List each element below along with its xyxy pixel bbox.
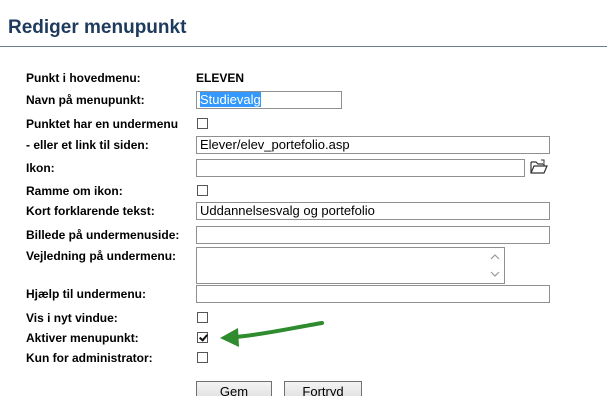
scroll-down-icon[interactable]: [490, 270, 500, 278]
row-link: - eller et link til siden: Elever/elev_p…: [26, 136, 586, 156]
submenu-help-input[interactable]: [196, 285, 550, 303]
row-main-menu: Punkt i hovedmenu: ELEVEN: [26, 69, 586, 89]
submenu-help-label: Hjælp til undermenu:: [26, 287, 146, 301]
link-label: - eller et link til siden:: [26, 138, 149, 152]
scroll-up-icon[interactable]: [490, 253, 500, 261]
row-name: Navn på menupunkt: Studievalg: [26, 91, 586, 111]
short-text-label: Kort forklarende tekst:: [26, 204, 155, 218]
button-row: Gem Fortryd: [26, 381, 586, 396]
activate-checkbox[interactable]: [197, 332, 208, 343]
folder-open-icon[interactable]: [530, 159, 548, 175]
row-submenu-image: Billede på undermenuside:: [26, 226, 586, 246]
save-button[interactable]: Gem: [196, 381, 272, 396]
row-submenu-help: Hjælp til undermenu:: [26, 285, 586, 305]
name-label: Navn på menupunkt:: [26, 93, 145, 107]
title-divider: [0, 46, 607, 47]
icon-label: Ikon:: [26, 161, 55, 175]
frame-icon-checkbox[interactable]: [197, 185, 208, 196]
frame-icon-label: Ramme om ikon:: [26, 184, 123, 198]
row-admin-only: Kun for administrator:: [26, 349, 586, 369]
row-short-text: Kort forklarende tekst: Uddannelsesvalg …: [26, 202, 586, 222]
cancel-button[interactable]: Fortryd: [284, 381, 362, 396]
admin-only-checkbox[interactable]: [197, 352, 208, 363]
edit-menu-item-page: Rediger menupunkt Punkt i hovedmenu: ELE…: [0, 0, 607, 396]
new-window-label: Vis i nyt vindue:: [26, 311, 118, 325]
main-menu-value: ELEVEN: [196, 71, 245, 85]
name-input-value: Studievalg: [200, 92, 261, 107]
main-menu-label: Punkt i hovedmenu:: [26, 71, 141, 85]
submenu-guide-label: Vejledning på undermenu:: [26, 249, 177, 263]
activate-label: Aktiver menupunkt:: [26, 331, 139, 345]
new-window-checkbox[interactable]: [197, 312, 208, 323]
row-submenu-guide: Vejledning på undermenu:: [26, 247, 586, 287]
row-has-submenu: Punktet har en undermenu: [26, 115, 586, 135]
admin-only-label: Kun for administrator:: [26, 351, 153, 365]
submenu-image-input[interactable]: [196, 226, 550, 244]
name-input[interactable]: Studievalg: [196, 91, 342, 109]
row-frame-icon: Ramme om ikon:: [26, 182, 586, 202]
page-title: Rediger menupunkt: [8, 17, 187, 38]
submenu-guide-textarea[interactable]: [196, 247, 505, 284]
short-text-input[interactable]: Uddannelsesvalg og portefolio: [196, 202, 550, 220]
icon-input[interactable]: [196, 159, 525, 177]
link-input[interactable]: Elever/elev_portefolio.asp: [196, 136, 550, 154]
annotation-arrow-icon: [220, 321, 324, 347]
submenu-image-label: Billede på undermenuside:: [26, 228, 180, 242]
row-icon: Ikon:: [26, 159, 586, 179]
has-submenu-label: Punktet har en undermenu: [26, 117, 179, 131]
has-submenu-checkbox[interactable]: [197, 118, 208, 129]
